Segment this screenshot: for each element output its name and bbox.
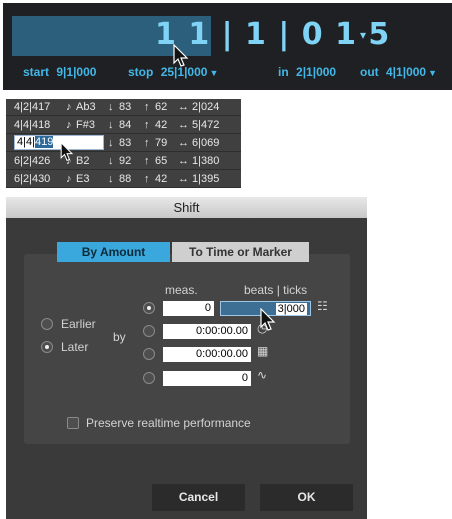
note-icon: ♪ <box>66 101 72 113</box>
later-label: Later <box>61 340 89 354</box>
event-note[interactable]: E3 <box>76 171 89 188</box>
min-sec-field[interactable]: 0:00:00.00 <box>163 324 251 339</box>
velocity-off-icon: ↑ <box>144 137 150 149</box>
earlier-radio[interactable] <box>41 318 53 330</box>
start-label: start <box>23 65 50 79</box>
by-label: by <box>113 330 126 344</box>
preserve-realtime-label: Preserve realtime performance <box>86 416 251 430</box>
cancel-button[interactable]: Cancel <box>152 484 245 511</box>
event-velocity-off[interactable]: 42 <box>155 117 167 134</box>
start-time[interactable]: start 9|1|000 <box>23 65 96 79</box>
samples-radio[interactable] <box>143 372 155 384</box>
later-radio[interactable] <box>41 341 53 353</box>
tab-by-amount[interactable]: By Amount <box>57 242 170 262</box>
event-row[interactable]: 4|2|417 ♪ Ab3 ↓ 83 ↑ 62 ↔ 2|024 <box>6 99 241 116</box>
velocity-off-icon: ↑ <box>144 101 150 113</box>
velocity-on-icon: ↓ <box>108 155 114 167</box>
stop-dropdown-icon[interactable]: ▼ <box>209 68 218 78</box>
event-length[interactable]: 1|380 <box>192 153 219 170</box>
main-counter-value[interactable]: 1 1 | 1 | 0 1 5 <box>155 15 390 55</box>
velocity-on-icon: ↓ <box>108 101 114 113</box>
event-position[interactable]: 4|2|417 <box>14 99 50 116</box>
length-icon: ↔ <box>178 173 189 185</box>
film-icon: ▦ <box>257 344 269 358</box>
event-velocity-on[interactable]: 88 <box>119 171 131 188</box>
event-note[interactable]: Ab3 <box>76 99 96 116</box>
event-position[interactable]: 4|4|418 <box>14 117 50 134</box>
dialog-title: Shift <box>6 197 367 218</box>
event-velocity-on[interactable]: 84 <box>119 117 131 134</box>
out-value[interactable]: 4|1|000 <box>386 65 426 79</box>
stop-value[interactable]: 25|1|000 <box>161 65 208 79</box>
timecode-field[interactable]: 0:00:00.00 <box>163 347 251 362</box>
meas-header: meas. <box>165 283 198 297</box>
bars-beats-radio[interactable] <box>143 302 155 314</box>
samples-field[interactable]: 0 <box>163 371 251 386</box>
event-length[interactable]: 5|472 <box>192 117 219 134</box>
velocity-on-icon: ↓ <box>108 173 114 185</box>
event-note[interactable]: B2 <box>76 153 89 170</box>
event-position[interactable]: 6|2|426 <box>14 153 50 170</box>
length-icon: ↔ <box>178 101 189 113</box>
note-icon: ♪ <box>66 119 72 131</box>
event-row[interactable]: 6|2|430 ♪ E3 ↓ 88 ↑ 42 ↔ 1|395 <box>6 171 241 188</box>
beats-ticks-header: beats | ticks <box>244 283 308 297</box>
midi-event-list: 4|2|417 ♪ Ab3 ↓ 83 ↑ 62 ↔ 2|024 4|4|418 … <box>6 99 241 188</box>
velocity-off-icon: ↑ <box>144 173 150 185</box>
ok-button[interactable]: OK <box>260 484 353 511</box>
tab-to-time-or-marker[interactable]: To Time or Marker <box>172 242 309 262</box>
timecode-radio[interactable] <box>143 348 155 360</box>
in-point[interactable]: in 2|1|000 <box>278 65 336 79</box>
event-velocity-on[interactable]: 83 <box>119 135 131 152</box>
out-dropdown-icon[interactable]: ▼ <box>428 68 437 78</box>
event-position[interactable]: 6|2|430 <box>14 171 50 188</box>
velocity-off-icon: ↑ <box>144 119 150 131</box>
preserve-realtime-checkbox[interactable] <box>67 417 79 429</box>
out-point[interactable]: out 4|1|000 ▼ <box>360 65 437 79</box>
length-icon: ↔ <box>178 155 189 167</box>
start-value[interactable]: 9|1|000 <box>56 65 96 79</box>
min-sec-radio[interactable] <box>143 325 155 337</box>
length-icon: ↔ <box>178 137 189 149</box>
edit-prefix: 4|4| <box>17 136 35 148</box>
event-note[interactable]: F#3 <box>76 117 95 134</box>
velocity-off-icon: ↑ <box>144 155 150 167</box>
mouse-pointer-icon <box>60 142 74 161</box>
event-position-edit-field[interactable]: 4|4|419 <box>14 135 104 150</box>
velocity-on-icon: ↓ <box>108 137 114 149</box>
earlier-label: Earlier <box>61 317 96 331</box>
event-length[interactable]: 1|395 <box>192 171 219 188</box>
counter-format-dropdown-icon[interactable]: ▾ <box>360 28 366 42</box>
transport-counter-panel: 1 1 | 1 | 0 1 5 ▾ start 9|1|000 stop 25|… <box>3 3 452 90</box>
in-label: in <box>278 65 289 79</box>
length-icon: ↔ <box>178 119 189 131</box>
event-velocity-on[interactable]: 92 <box>119 153 131 170</box>
event-velocity-off[interactable]: 65 <box>155 153 167 170</box>
velocity-on-icon: ↓ <box>108 119 114 131</box>
grid-icon: ☷ <box>317 299 328 313</box>
note-icon: ♪ <box>66 173 72 185</box>
waveform-icon: ∿ <box>257 368 268 382</box>
meas-field[interactable]: 0 <box>163 301 214 316</box>
event-velocity-off[interactable]: 42 <box>155 171 167 188</box>
beats-ticks-value: 3|000 <box>275 303 307 315</box>
event-row[interactable]: 6|2|426 ♪ B2 ↓ 92 ↑ 65 ↔ 1|380 <box>6 153 241 170</box>
event-length[interactable]: 6|069 <box>192 135 219 152</box>
stop-time[interactable]: stop 25|1|000 ▼ <box>128 65 218 79</box>
edit-selected-text[interactable]: 419 <box>34 136 54 148</box>
event-velocity-on[interactable]: 83 <box>119 99 131 116</box>
shift-dialog: Shift By Amount To Time or Marker meas. … <box>6 197 367 519</box>
event-length[interactable]: 2|024 <box>192 99 219 116</box>
event-velocity-off[interactable]: 79 <box>155 135 167 152</box>
stop-label: stop <box>128 65 154 79</box>
out-label: out <box>360 65 379 79</box>
event-row[interactable]: 4|4|418 ♪ F#3 ↓ 84 ↑ 42 ↔ 5|472 <box>6 117 241 134</box>
event-velocity-off[interactable]: 62 <box>155 99 167 116</box>
mouse-pointer-icon <box>260 308 276 331</box>
in-value[interactable]: 2|1|000 <box>296 65 336 79</box>
